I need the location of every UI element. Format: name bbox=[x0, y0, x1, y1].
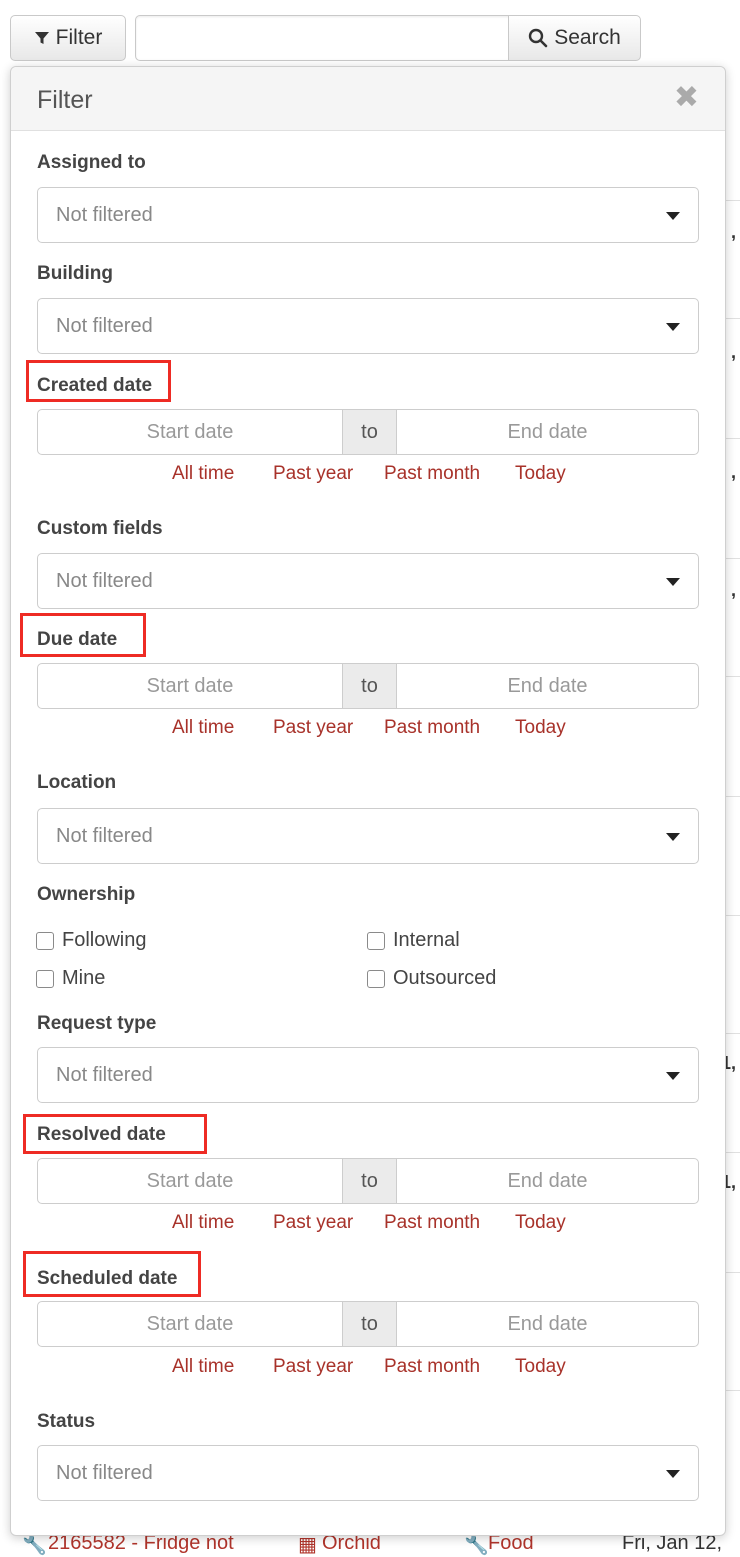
status-select[interactable]: Not filtered bbox=[37, 1445, 699, 1501]
date-range-separator: to bbox=[342, 664, 397, 708]
created-all-time-link[interactable]: All time bbox=[172, 463, 234, 485]
resolved-start-date-input[interactable]: Start date bbox=[38, 1159, 342, 1203]
due-past-year-link[interactable]: Past year bbox=[273, 717, 353, 739]
following-label: Following bbox=[62, 929, 147, 951]
internal-checkbox[interactable] bbox=[367, 931, 385, 950]
created-date-label: Created date bbox=[37, 375, 153, 396]
due-end-date-input[interactable]: End date bbox=[397, 664, 698, 708]
scheduled-past-month-link[interactable]: Past month bbox=[384, 1356, 480, 1378]
status-label: Status bbox=[37, 1411, 96, 1432]
close-icon[interactable]: ✖ bbox=[674, 83, 699, 113]
building-value: Not filtered bbox=[56, 315, 153, 337]
scheduled-all-time-link[interactable]: All time bbox=[172, 1356, 234, 1378]
building-label: Building bbox=[37, 263, 113, 284]
internal-label: Internal bbox=[393, 929, 460, 951]
scheduled-today-link[interactable]: Today bbox=[515, 1356, 566, 1378]
scheduled-date-label: Scheduled date bbox=[37, 1268, 178, 1289]
scheduled-end-date-input[interactable]: End date bbox=[397, 1302, 698, 1346]
search-input[interactable] bbox=[135, 15, 511, 61]
due-date-range: Start date to End date bbox=[37, 663, 699, 709]
assigned-to-value: Not filtered bbox=[56, 204, 153, 226]
location-label: Location bbox=[37, 772, 117, 793]
custom-fields-label: Custom fields bbox=[37, 518, 163, 539]
request-type-value: Not filtered bbox=[56, 1064, 153, 1086]
location-value: Not filtered bbox=[56, 825, 153, 847]
date-range-separator: to bbox=[342, 410, 397, 454]
following-checkbox[interactable] bbox=[36, 931, 54, 950]
search-button[interactable]: Search bbox=[508, 15, 641, 61]
request-type-select[interactable]: Not filtered bbox=[37, 1047, 699, 1103]
ownership-mine-option[interactable]: Mine bbox=[36, 967, 105, 990]
ownership-outsourced-option[interactable]: Outsourced bbox=[367, 967, 496, 990]
created-end-date-input[interactable]: End date bbox=[397, 410, 698, 454]
due-start-date-input[interactable]: Start date bbox=[38, 664, 342, 708]
filter-panel: Filter ✖ Assigned to Not filtered Buildi… bbox=[10, 66, 726, 1536]
resolved-date-range: Start date to End date bbox=[37, 1158, 699, 1204]
caret-down-icon bbox=[666, 212, 680, 220]
resolved-today-link[interactable]: Today bbox=[515, 1212, 566, 1234]
scheduled-start-date-input[interactable]: Start date bbox=[38, 1302, 342, 1346]
caret-down-icon bbox=[666, 323, 680, 331]
outsourced-label: Outsourced bbox=[393, 967, 497, 989]
outsourced-checkbox[interactable] bbox=[367, 969, 385, 988]
resolved-all-time-link[interactable]: All time bbox=[172, 1212, 234, 1234]
scheduled-past-year-link[interactable]: Past year bbox=[273, 1356, 353, 1378]
mine-label: Mine bbox=[62, 967, 106, 989]
building-select[interactable]: Not filtered bbox=[37, 298, 699, 354]
ownership-following-option[interactable]: Following bbox=[36, 929, 146, 952]
caret-down-icon bbox=[666, 1072, 680, 1080]
created-date-range: Start date to End date bbox=[37, 409, 699, 455]
created-today-link[interactable]: Today bbox=[515, 463, 566, 485]
filter-panel-title: Filter bbox=[37, 86, 93, 114]
ownership-label: Ownership bbox=[37, 884, 136, 905]
filter-button-label: Filter bbox=[55, 26, 103, 49]
caret-down-icon bbox=[666, 578, 680, 586]
created-past-year-link[interactable]: Past year bbox=[273, 463, 353, 485]
search-icon bbox=[529, 28, 548, 48]
bg-edge-mark: , bbox=[730, 462, 736, 482]
caret-down-icon bbox=[666, 1470, 680, 1478]
search-button-label: Search bbox=[554, 26, 621, 49]
ownership-internal-option[interactable]: Internal bbox=[367, 929, 460, 952]
custom-fields-value: Not filtered bbox=[56, 570, 153, 592]
resolved-end-date-input[interactable]: End date bbox=[397, 1159, 698, 1203]
location-select[interactable]: Not filtered bbox=[37, 808, 699, 864]
status-value: Not filtered bbox=[56, 1462, 153, 1484]
bg-edge-mark: , bbox=[730, 342, 736, 362]
assigned-to-select[interactable]: Not filtered bbox=[37, 187, 699, 243]
resolved-past-year-link[interactable]: Past year bbox=[273, 1212, 353, 1234]
resolved-past-month-link[interactable]: Past month bbox=[384, 1212, 480, 1234]
due-today-link[interactable]: Today bbox=[515, 717, 566, 739]
date-range-separator: to bbox=[342, 1159, 397, 1203]
request-type-label: Request type bbox=[37, 1013, 157, 1034]
assigned-to-label: Assigned to bbox=[37, 152, 146, 173]
date-range-separator: to bbox=[342, 1302, 397, 1346]
filter-button[interactable]: Filter bbox=[10, 15, 126, 61]
bg-edge-mark: , bbox=[730, 580, 736, 600]
due-date-label: Due date bbox=[37, 629, 118, 650]
created-past-month-link[interactable]: Past month bbox=[384, 463, 480, 485]
due-past-month-link[interactable]: Past month bbox=[384, 717, 480, 739]
due-all-time-link[interactable]: All time bbox=[172, 717, 234, 739]
resolved-date-label: Resolved date bbox=[37, 1124, 166, 1145]
scheduled-date-range: Start date to End date bbox=[37, 1301, 699, 1347]
created-start-date-input[interactable]: Start date bbox=[38, 410, 342, 454]
custom-fields-select[interactable]: Not filtered bbox=[37, 553, 699, 609]
bg-edge-mark: , bbox=[730, 222, 736, 242]
filter-icon bbox=[34, 32, 49, 44]
filter-panel-header: Filter ✖ bbox=[11, 67, 725, 131]
caret-down-icon bbox=[666, 833, 680, 841]
mine-checkbox[interactable] bbox=[36, 969, 54, 988]
